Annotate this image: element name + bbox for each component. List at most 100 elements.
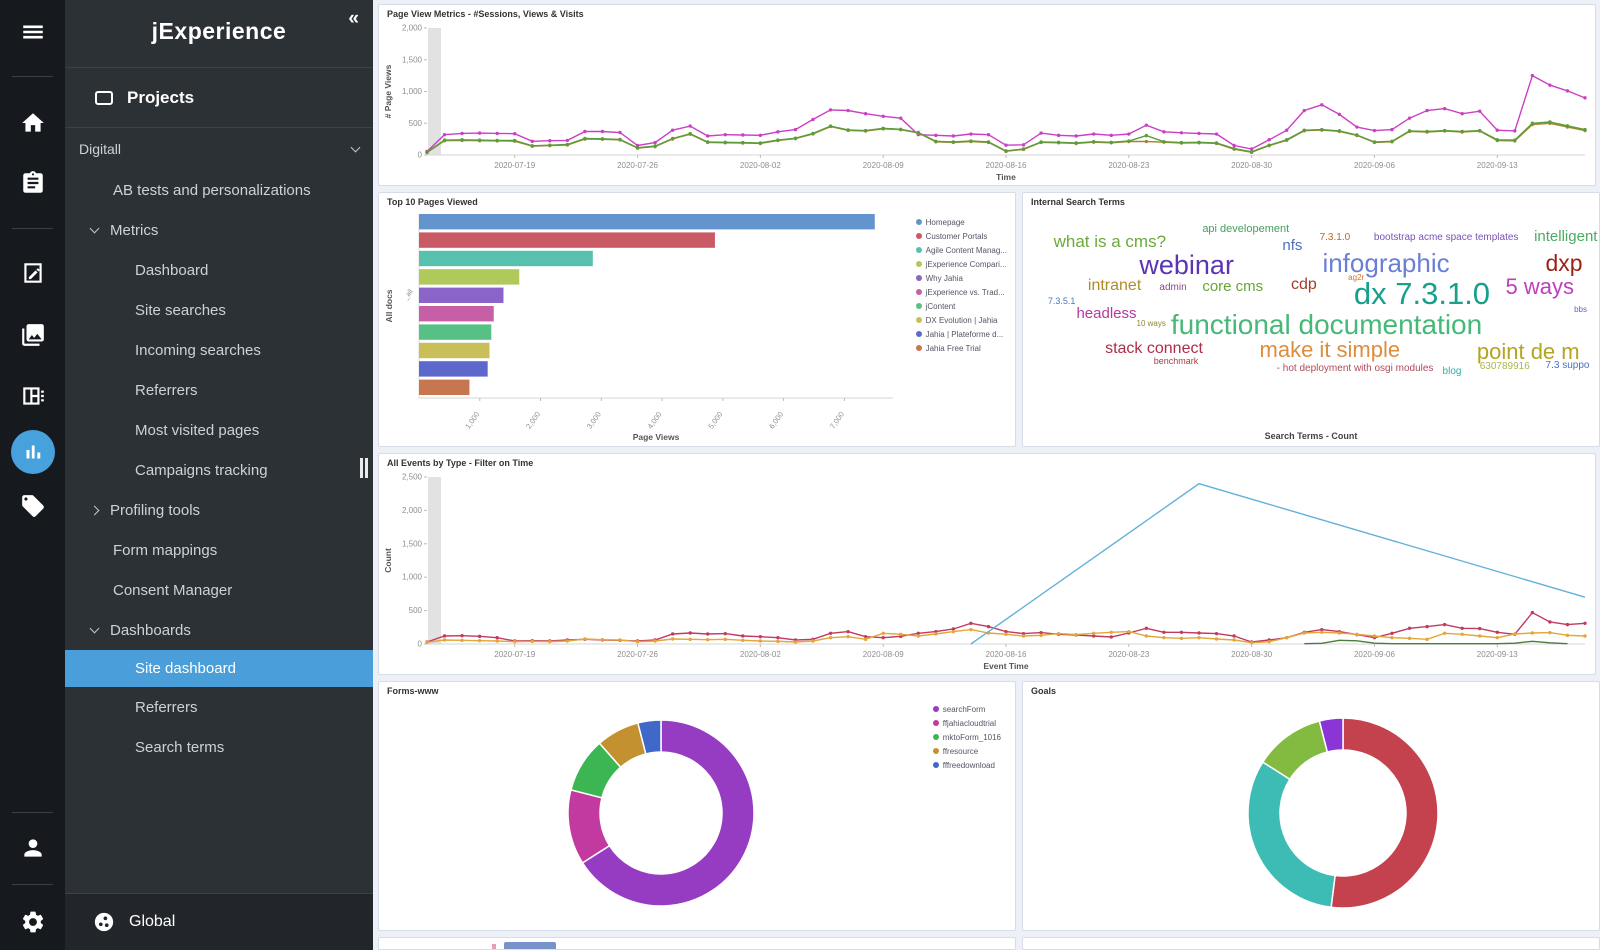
legend-dot-icon (916, 345, 922, 351)
legend-item[interactable]: ffresource (933, 744, 1001, 758)
wordcloud-term[interactable]: make it simple (1260, 339, 1401, 361)
svg-text:_all: _all (402, 288, 415, 302)
wordcloud-term[interactable]: 7.3 suppo (1546, 361, 1590, 371)
sidebar-item-search-terms[interactable]: Search terms (65, 727, 373, 767)
sidebar-item-site-searches[interactable]: Site searches (65, 290, 373, 330)
wordcloud-term[interactable]: dx 7.3.1.0 (1354, 278, 1490, 309)
sidebar-item-incoming-searches[interactable]: Incoming searches (65, 330, 373, 370)
wordcloud-term[interactable]: cdp (1291, 277, 1317, 293)
svg-text:0: 0 (418, 640, 423, 649)
wordcloud-term[interactable]: intelligent (1534, 229, 1597, 244)
legend-item[interactable]: Jahia | Plateforme d... (916, 327, 1007, 341)
svg-text:6,000: 6,000 (767, 410, 785, 431)
svg-text:2020-08-30: 2020-08-30 (1231, 161, 1272, 170)
svg-text:2020-08-23: 2020-08-23 (1108, 650, 1149, 659)
sidebar-item-profiling-tools[interactable]: Profiling tools (65, 490, 373, 530)
legend-dot-icon (933, 762, 939, 768)
legend-item[interactable]: Customer Portals (916, 229, 1007, 243)
rail-tag-icon[interactable] (0, 486, 65, 526)
sidebar-item-consent-manager[interactable]: Consent Manager (65, 570, 373, 610)
wordcloud-term[interactable]: dxp (1546, 252, 1583, 275)
legend-item[interactable]: Why Jahia (916, 271, 1007, 285)
svg-text:2,000: 2,000 (402, 506, 423, 515)
tasks-clipboard-icon (20, 170, 46, 196)
sidebar-item-most-visited-pages[interactable]: Most visited pages (65, 410, 373, 450)
wordcloud-term[interactable]: blog (1443, 367, 1462, 377)
projects-label: Projects (127, 88, 194, 108)
wordcloud-term[interactable]: api developement (1202, 224, 1289, 235)
svg-text:2020-09-13: 2020-09-13 (1477, 161, 1518, 170)
wordcloud-term[interactable]: webinar (1139, 252, 1234, 279)
wordcloud-term[interactable]: bbs (1574, 306, 1587, 314)
rail-settings-gear-icon[interactable] (0, 902, 65, 942)
svg-text:All docs: All docs (384, 289, 394, 322)
svg-text:4,000: 4,000 (646, 410, 664, 431)
sidebar-item-referrers[interactable]: Referrers (65, 687, 373, 727)
rail-page-composer-icon[interactable] (0, 253, 65, 293)
sidebar-item-label: Site dashboard (135, 660, 236, 677)
rail-hamburger-menu-icon[interactable] (0, 12, 65, 52)
svg-text:1,000: 1,000 (402, 87, 423, 96)
wordcloud-term[interactable]: infographic (1322, 250, 1449, 276)
rail-user-icon[interactable] (0, 828, 65, 868)
sidebar-item-form-mappings[interactable]: Form mappings (65, 530, 373, 570)
legend-item[interactable]: Agile Content Manag... (916, 243, 1007, 257)
wordcloud-term[interactable]: stack connect (1105, 341, 1203, 357)
wordcloud-term[interactable]: intranet (1088, 278, 1141, 294)
wordcloud-term[interactable]: 10 ways (1137, 320, 1166, 328)
legend-item[interactable]: DX Evolution | Jahia (916, 313, 1007, 327)
legend-item[interactable]: mktoForm_1016 (933, 730, 1001, 744)
svg-text:2020-09-06: 2020-09-06 (1354, 650, 1395, 659)
icon-rail (0, 0, 65, 950)
sidebar-item-metrics[interactable]: Metrics (65, 210, 373, 250)
project-selector-digitall[interactable]: Digitall (65, 128, 373, 170)
legend-item[interactable]: Jahia Free Trial (916, 341, 1007, 355)
legend-dot-icon (916, 317, 922, 323)
sidebar-resize-handle[interactable] (360, 458, 369, 478)
panel-title: Goals (1031, 686, 1056, 696)
wordcloud-term[interactable]: - hot deployment with osgi modules (1277, 364, 1434, 374)
legend-item[interactable]: searchForm (933, 702, 1001, 716)
dashboard-main: Page View Metrics - #Sessions, Views & V… (373, 0, 1600, 950)
wordcloud-term[interactable]: bootstrap acme space templates (1374, 233, 1519, 243)
legend-label: fffreedownload (943, 761, 995, 770)
sidebar-item-global[interactable]: Global (65, 893, 373, 950)
legend-label: mktoForm_1016 (943, 733, 1001, 742)
rail-tasks-clipboard-icon[interactable] (0, 163, 65, 203)
sidebar-item-site-dashboard[interactable]: Site dashboard (65, 650, 373, 687)
wordcloud-term[interactable]: 5 ways (1505, 276, 1573, 298)
rail-analytics-icon[interactable] (11, 430, 55, 474)
sidebar-item-referrers[interactable]: Referrers (65, 370, 373, 410)
sidebar-item-campaigns-tracking[interactable]: Campaigns tracking (65, 450, 373, 490)
home-icon (20, 110, 46, 136)
legend-label: Homepage (926, 218, 965, 227)
wordcloud-term[interactable]: 7.3.1.0 (1320, 233, 1351, 243)
legend-item[interactable]: Homepage (916, 215, 1007, 229)
wordcloud-term[interactable]: benchmark (1154, 357, 1199, 366)
wordcloud-term[interactable]: what is a cms? (1054, 233, 1166, 250)
collapse-sidebar-icon[interactable]: « (348, 8, 359, 30)
legend-item[interactable]: jExperience Compari... (916, 257, 1007, 271)
wordcloud-term[interactable]: admin (1159, 283, 1186, 293)
wordcloud-term[interactable]: headless (1076, 306, 1136, 321)
rail-home-icon[interactable] (0, 103, 65, 143)
legend-item[interactable]: jContent (916, 299, 1007, 313)
sidebar-item-dashboards[interactable]: Dashboards (65, 610, 373, 650)
wordcloud-term[interactable]: 630789916 (1480, 362, 1530, 372)
legend-item[interactable]: fffreedownload (933, 758, 1001, 772)
legend-item[interactable]: jExperience vs. Trad... (916, 285, 1007, 299)
global-label: Global (129, 913, 175, 931)
sidebar-item-label: Referrers (135, 699, 198, 716)
wordcloud-term[interactable]: nfs (1282, 238, 1302, 253)
rail-content-layout-icon[interactable] (0, 376, 65, 416)
sidebar-item-dashboard[interactable]: Dashboard (65, 250, 373, 290)
sidebar-item-ab-tests-and-personalizations[interactable]: AB tests and personalizations (65, 170, 373, 210)
legend-item[interactable]: ffjahiacloudtrial (933, 716, 1001, 730)
rail-media-library-icon[interactable] (0, 315, 65, 355)
svg-text:2020-09-06: 2020-09-06 (1354, 161, 1395, 170)
wordcloud-term[interactable]: 7.3.5.1 (1048, 297, 1076, 306)
wordcloud-term[interactable]: functional documentation (1171, 311, 1482, 339)
svg-text:2020-08-02: 2020-08-02 (740, 650, 781, 659)
hamburger-menu-icon (20, 19, 46, 45)
wordcloud-term[interactable]: core cms (1202, 279, 1263, 294)
